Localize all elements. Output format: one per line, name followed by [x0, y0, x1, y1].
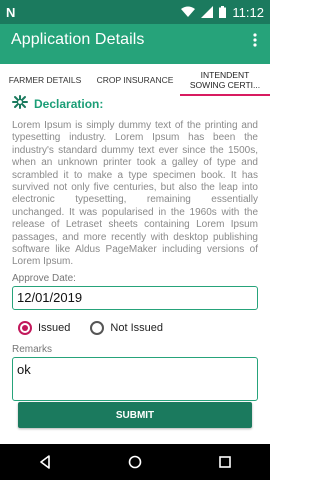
- status-time: 11:12: [232, 4, 264, 20]
- issued-radio-label: Issued: [38, 321, 71, 334]
- back-icon[interactable]: [27, 444, 63, 480]
- radio-selected-icon: [18, 320, 32, 335]
- remarks-label: Remarks: [12, 343, 53, 355]
- tab-intendent-sowing-certificate[interactable]: INTENDENT SOWING CERTI...: [180, 64, 270, 96]
- declaration-title: Declaration:: [34, 97, 104, 111]
- home-icon[interactable]: [117, 444, 153, 480]
- declaration-icon: [12, 94, 28, 114]
- tab-bar: FARMER DETAILS CROP INSURANCE INTENDENT …: [0, 64, 270, 96]
- issued-radio-group: Issued Not Issued: [12, 316, 258, 340]
- declaration-header: Declaration:: [12, 94, 258, 114]
- app-bar: Application Details: [0, 24, 270, 56]
- tab-farmer-details[interactable]: FARMER DETAILS: [0, 64, 90, 96]
- submit-button[interactable]: SUBMIT: [18, 402, 252, 428]
- declaration-text: Lorem Ipsum is simply dummy text of the …: [12, 120, 258, 268]
- more-vert-icon[interactable]: [240, 24, 270, 56]
- status-bar: N 11:12: [0, 0, 270, 24]
- navigation-bar: [0, 444, 270, 480]
- wifi-icon: [181, 6, 196, 18]
- page-title: Application Details: [11, 31, 145, 48]
- not-issued-radio[interactable]: Not Issued: [90, 320, 164, 335]
- radio-unselected-icon: [90, 320, 105, 335]
- battery-icon: [219, 6, 227, 18]
- declaration-form: Declaration: Lorem Ipsum is simply dummy…: [0, 94, 270, 444]
- remarks-input[interactable]: ok: [12, 356, 258, 401]
- approve-date-field[interactable]: 12/01/2019: [12, 285, 258, 310]
- not-issued-radio-label: Not Issued: [110, 321, 164, 334]
- notification-n-icon: N: [6, 4, 16, 20]
- issued-radio[interactable]: Issued: [18, 320, 71, 335]
- approve-date-label: Approve Date:: [12, 272, 76, 284]
- signal-icon: [201, 6, 214, 18]
- tab-crop-insurance[interactable]: CROP INSURANCE: [90, 64, 180, 96]
- recents-icon[interactable]: [207, 444, 243, 480]
